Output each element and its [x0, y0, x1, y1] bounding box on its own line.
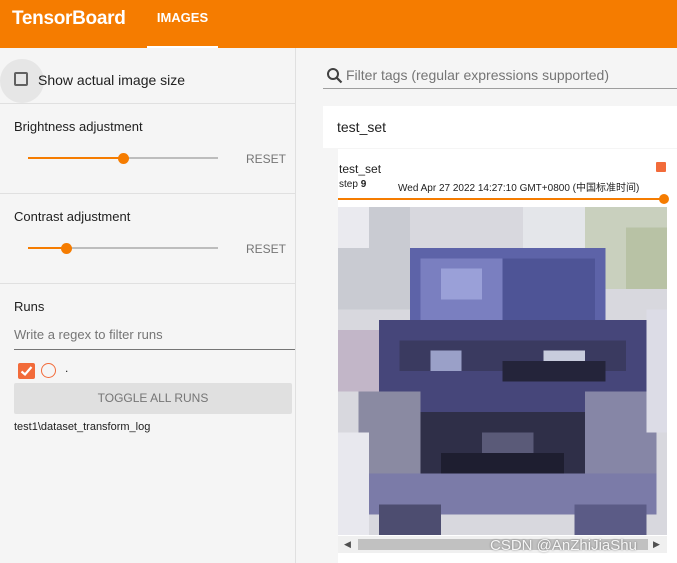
tag-pane-header[interactable]: test_set — [323, 106, 677, 148]
contrast-title: Contrast adjustment — [14, 209, 131, 224]
tab-images-label: IMAGES — [156, 10, 209, 25]
contrast-reset-button[interactable]: RESET — [246, 242, 286, 256]
step-value: 9 — [360, 179, 367, 190]
search-icon — [327, 68, 343, 84]
brightness-slider-thumb[interactable] — [118, 153, 129, 164]
contrast-slider-thumb[interactable] — [61, 243, 72, 254]
app-brand: TensorBoard — [12, 8, 126, 29]
top-bar: TensorBoard IMAGES — [0, 0, 677, 48]
image-card: test_set step 9 Wed Apr 27 2022 14:27:10… — [338, 149, 677, 563]
brightness-title: Brightness adjustment — [14, 119, 143, 134]
brightness-slider-fill — [28, 157, 123, 159]
sample-image — [338, 207, 667, 535]
tag-filter-underline — [323, 88, 677, 89]
run-color-badge — [656, 162, 666, 172]
card-timestamp: Wed Apr 27 2022 14:27:10 GMT+0800 (中国标准时… — [398, 183, 640, 194]
watermark: CSDN @AnZhiJiaShu — [490, 537, 637, 554]
show-actual-size-checkbox[interactable] — [14, 72, 28, 86]
card-step: step 9 — [339, 179, 366, 190]
runs-filter-placeholder: Write a regex to filter runs — [14, 327, 163, 342]
check-icon — [20, 366, 33, 377]
logdir-path: test1\dataset_transform_log — [14, 421, 151, 433]
show-actual-size-label[interactable]: Show actual image size — [38, 72, 185, 88]
scroll-left-icon[interactable]: ◀ — [344, 539, 351, 550]
divider — [0, 193, 295, 194]
sidebar: Show actual image size Brightness adjust… — [0, 48, 296, 563]
pane-title: test_set — [337, 119, 387, 135]
divider — [0, 103, 295, 104]
toggle-all-runs-button[interactable]: TOGGLE ALL RUNS — [14, 383, 292, 414]
runs-filter-input[interactable]: Write a regex to filter runs — [14, 327, 295, 350]
step-label: step — [339, 179, 358, 190]
tag-filter-input[interactable]: Filter tags (regular expressions support… — [346, 67, 609, 83]
run-color-picker[interactable] — [41, 363, 56, 378]
brightness-reset-button[interactable]: RESET — [246, 152, 286, 166]
divider — [0, 283, 295, 284]
runs-title: Runs — [14, 299, 45, 314]
step-slider-thumb[interactable] — [659, 194, 669, 204]
run-checkbox[interactable] — [18, 363, 35, 379]
card-tag: test_set — [339, 162, 382, 176]
scroll-right-icon[interactable]: ▶ — [653, 539, 660, 550]
tab-images[interactable]: IMAGES — [147, 0, 218, 48]
step-slider-track[interactable] — [338, 198, 665, 200]
run-name: . — [65, 361, 69, 375]
